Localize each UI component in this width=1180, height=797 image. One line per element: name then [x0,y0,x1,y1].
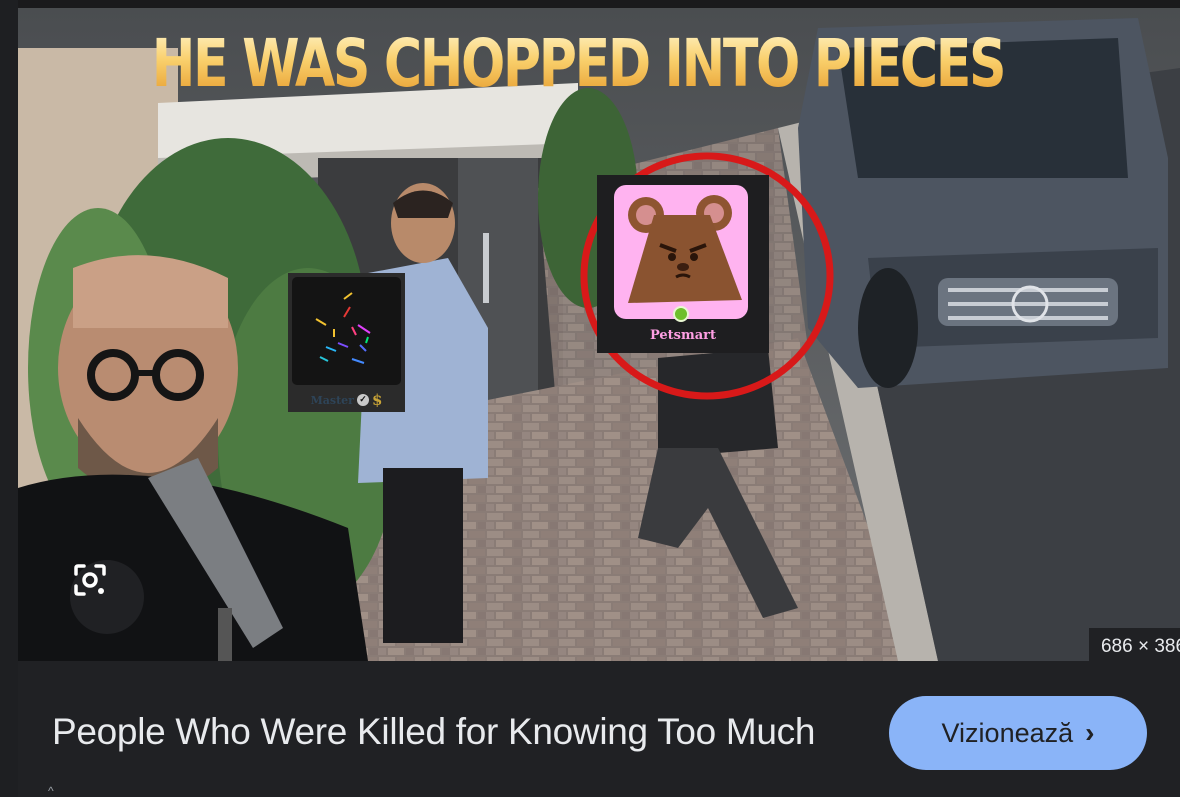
coin-icon: $ [371,391,383,409]
top-border [0,0,1180,8]
lens-search-button[interactable] [70,560,144,634]
video-title-link[interactable]: People Who Were Killed for Knowing Too M… [52,711,872,753]
chevron-right-icon: › [1085,717,1095,748]
nft-art-petsmart [614,185,748,319]
image-preview-panel: HE WAS CHOPPED INTO PIECES 686 × 386 Mas… [0,0,1180,797]
nft-art-master [292,277,401,385]
left-border [0,0,18,797]
verified-check-icon: ✓ [356,394,369,406]
watch-button-label: Vizionează [941,717,1074,748]
nft-overlay-petsmart[interactable]: Petsmart [597,175,769,353]
thumbnail-title: HE WAS CHOPPED INTO PIECES [136,28,1021,100]
nft-label-master: Master [310,393,354,407]
nft-overlay-master[interactable]: Master ✓ $ [288,273,405,412]
online-dot-icon [673,306,689,322]
more-content-indicator: ^ [48,786,54,797]
lens-icon [74,564,106,596]
nft-label-petsmart: Petsmart [649,328,717,343]
watch-button[interactable]: Vizionează › [889,696,1147,770]
image-dimensions: 686 × 386 [1089,628,1180,661]
